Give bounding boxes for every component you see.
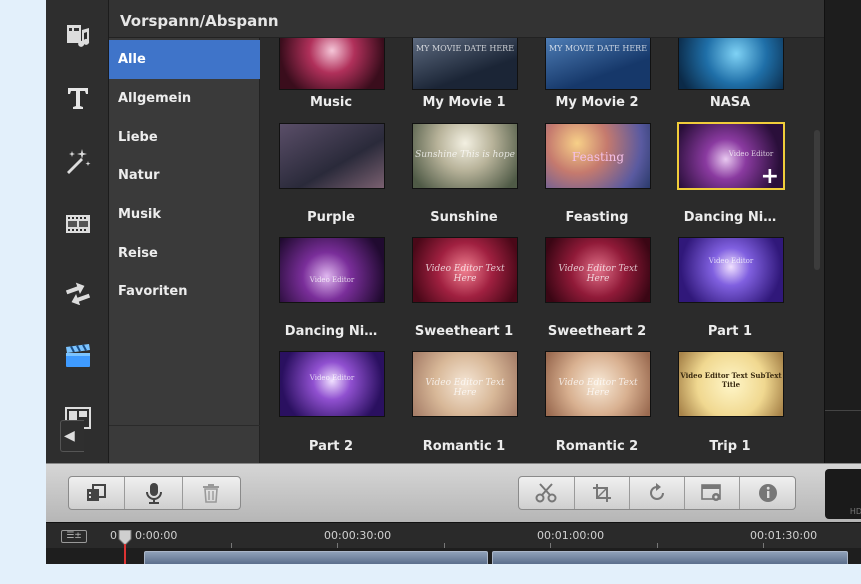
preview-divider [825,410,861,411]
panel-header: Vorspann/Abspann [109,0,824,38]
template-thumbnail-romantic-2[interactable]: Video Editor Text Here [545,351,651,417]
template-thumbnail-sweetheart-2[interactable]: Video Editor Text Here [545,237,651,303]
timecode-label: 00:00:30:00 [324,529,392,542]
media-button-group [68,476,241,510]
category-item-reise[interactable]: Reise [109,234,260,273]
clapperboard-titles-icon[interactable] [46,336,109,376]
panel-title: Vorspann/Abspann [120,12,279,30]
edit-toolbar: HD [46,463,861,522]
template-label-feasting: Feasting [565,210,629,225]
category-list: Alle Allgemein Liebe Natur Musik Reise F… [109,38,260,463]
timecode-label: 0:00:00 [135,529,178,542]
magic-wand-effects-icon[interactable] [46,141,109,181]
template-thumbnail-part-2[interactable]: Video Editor [279,351,385,417]
template-label-purple: Purple [307,210,355,225]
info-button[interactable] [740,477,795,509]
timecode-label: 00:01:30:00 [750,529,818,542]
template-label-music: Music [309,95,353,110]
category-item-allgemein[interactable]: Allgemein [109,79,260,118]
crop-button[interactable] [575,477,631,509]
video-editor-window: Vorspann/Abspann Alle Allgemein Liebe Na… [46,0,861,564]
template-label-trip-1: Trip 1 [709,439,751,454]
template-label-sweetheart-2: Sweetheart 2 [547,324,647,339]
text-icon[interactable] [46,78,109,118]
edit-button-group [518,476,796,510]
template-label-dancing-night-2: Dancing Ni… [284,324,378,339]
preview-panel [824,0,861,463]
template-thumbnail-feasting[interactable]: Feasting [545,123,651,189]
hd-output-indicator[interactable]: HD [825,469,861,519]
info-icon [758,484,777,502]
template-thumbnail-sweetheart-1[interactable]: Video Editor Text Here [412,237,518,303]
rotate-button[interactable] [630,477,685,509]
expand-preview-button[interactable]: ◀ [60,420,84,452]
template-thumbnail-music[interactable] [279,38,385,90]
add-template-icon[interactable]: + [761,166,779,188]
template-label-part-2: Part 2 [308,439,354,454]
template-thumbnail-my-movie-1[interactable]: MY MOVIE DATE HERE [412,38,518,90]
trash-icon [203,484,220,503]
timeline-ruler[interactable]: ☰± 0 0:00:00 00:00:30:00 00:01:00:00 00:… [46,522,861,549]
media-import-icon [86,484,106,501]
template-label-romantic-1: Romantic 1 [422,439,506,454]
timecode-label: 00:01:00:00 [537,529,605,542]
template-thumbnail-sunshine[interactable]: Sunshine This is hope [412,123,518,189]
template-thumbnail-part-1[interactable]: Video Editor [678,237,784,303]
template-thumbnail-my-movie-2[interactable]: MY MOVIE DATE HERE [545,38,651,90]
transitions-icon[interactable] [46,272,109,312]
import-media-button[interactable] [69,477,126,509]
record-voiceover-button[interactable] [125,477,183,509]
playhead-line [124,544,126,564]
template-thumbnail-trip-1[interactable]: Video Editor Text SubText Title [678,351,784,417]
rotate-icon [650,483,664,500]
template-label-dancing-night-1: Dancing Ni… [683,210,777,225]
split-button[interactable] [519,477,575,509]
template-thumbnail-nasa[interactable] [678,38,784,90]
scissors-icon [535,483,557,503]
template-thumbnail-romantic-1[interactable]: Video Editor Text Here [412,351,518,417]
category-item-alle[interactable]: Alle [109,40,260,79]
timeline-clip[interactable] [144,551,488,564]
template-label-romantic-2: Romantic 2 [555,439,639,454]
category-item-natur[interactable]: Natur [109,156,260,195]
timeline-start-marker: 0 [110,529,117,542]
settings-icon [701,484,721,501]
crop-icon [592,484,611,502]
category-divider [109,425,260,426]
template-thumbnail-purple[interactable] [279,123,385,189]
template-thumbnail-dancing-night-1[interactable]: Video Editor + [677,122,785,190]
template-label-sweetheart-1: Sweetheart 1 [414,324,514,339]
category-item-favoriten[interactable]: Favoriten [109,272,260,311]
timeline-clip[interactable] [492,551,848,564]
template-grid: MY MOVIE DATE HERE MY MOVIE DATE HERE Mu… [260,38,810,463]
timeline-track[interactable] [46,548,861,564]
template-label-my-movie-1: My Movie 1 [422,95,506,110]
delete-button[interactable] [183,477,240,509]
settings-button[interactable] [685,477,741,509]
template-label-sunshine: Sunshine [430,210,498,225]
template-thumbnail-dancing-night-2[interactable]: Video Editor [279,237,385,303]
film-frames-icon[interactable] [46,204,109,244]
music-library-icon[interactable] [46,15,109,55]
template-label-my-movie-2: My Movie 2 [555,95,639,110]
category-item-musik[interactable]: Musik [109,195,260,234]
chevron-left-icon: ◀ [64,428,75,444]
category-item-liebe[interactable]: Liebe [109,118,260,157]
timeline-zoom-button[interactable]: ☰± [61,530,87,543]
template-label-part-1: Part 1 [707,324,753,339]
template-grid-scrollbar[interactable] [814,130,820,270]
template-label-nasa: NASA [709,95,751,110]
tool-sidebar [46,0,109,463]
microphone-icon [145,483,162,504]
